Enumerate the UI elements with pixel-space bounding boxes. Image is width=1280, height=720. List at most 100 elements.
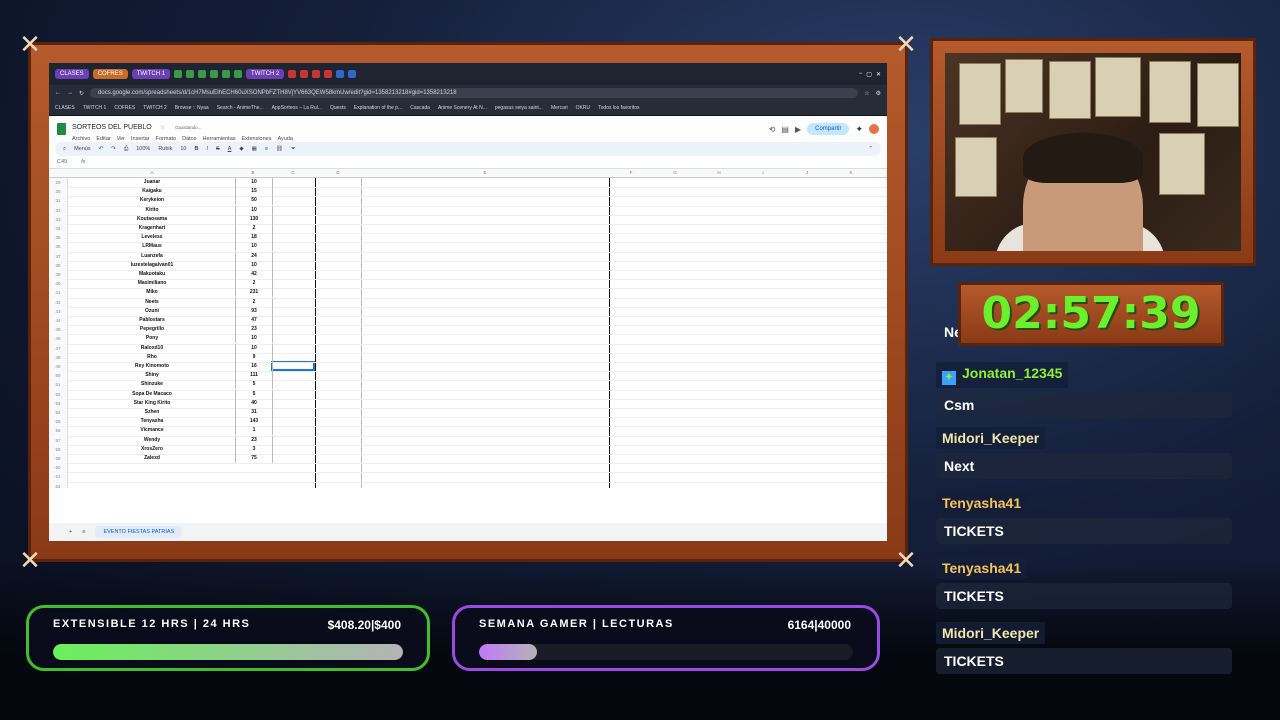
cell-name[interactable]: Juanar bbox=[69, 178, 235, 187]
bookmark-item[interactable]: COFRES bbox=[114, 105, 135, 111]
extensions-icon[interactable]: ⚙ bbox=[876, 90, 881, 97]
cell-name[interactable]: Pony bbox=[69, 334, 235, 343]
menu-item[interactable]: Archivo bbox=[72, 136, 90, 142]
cell-name[interactable]: Pablostars bbox=[69, 316, 235, 325]
cell-tickets[interactable]: 15 bbox=[235, 187, 273, 197]
cell-tickets[interactable]: 10 bbox=[235, 343, 273, 353]
avatar[interactable] bbox=[869, 124, 879, 134]
strikethrough-button[interactable]: S bbox=[216, 146, 220, 152]
menu-item[interactable]: Editar bbox=[96, 136, 110, 142]
row-number[interactable]: 47 bbox=[49, 343, 68, 353]
cell-name[interactable]: Wendy bbox=[69, 436, 235, 445]
forward-icon[interactable]: → bbox=[67, 90, 73, 96]
cell-name[interactable]: LRMaus bbox=[69, 242, 235, 251]
browser-tab[interactable]: TWITCH 2 bbox=[246, 69, 285, 79]
cell-name[interactable]: Pepegrillo bbox=[69, 325, 235, 334]
cell-tickets[interactable]: 111 bbox=[235, 371, 273, 381]
tab-favicon-icon[interactable] bbox=[348, 70, 357, 78]
history-icon[interactable]: ⟲ bbox=[769, 125, 776, 134]
cell-name[interactable]: XrosZero bbox=[69, 445, 235, 454]
cell-tickets[interactable]: 40 bbox=[235, 398, 273, 408]
bookmark-item[interactable]: Anime Scenery At N... bbox=[438, 105, 487, 111]
row-number[interactable]: 37 bbox=[49, 251, 68, 261]
cell-tickets[interactable]: 42 bbox=[235, 270, 273, 279]
cell-tickets[interactable]: 10 bbox=[235, 334, 273, 344]
cell-name[interactable]: Kragenhart bbox=[69, 224, 235, 233]
font-size-input[interactable]: 10 bbox=[180, 146, 186, 152]
row-number[interactable]: 46 bbox=[49, 334, 68, 344]
font-select[interactable]: Rubik bbox=[158, 146, 172, 152]
row-number[interactable]: 43 bbox=[49, 306, 68, 316]
row-number[interactable]: 38 bbox=[49, 260, 68, 270]
cell-tickets[interactable]: 10 bbox=[235, 178, 273, 187]
url-input[interactable]: docs.google.com/spreadsheets/d/1cH7MsuEI… bbox=[90, 88, 859, 98]
row-number[interactable]: 35 bbox=[49, 233, 68, 243]
filter-icon[interactable]: ⏷ bbox=[291, 146, 295, 153]
cell-tickets[interactable]: 23 bbox=[235, 435, 273, 445]
row-number[interactable]: 57 bbox=[49, 435, 68, 445]
row-number[interactable]: 33 bbox=[49, 214, 68, 224]
bookmark-item[interactable]: pegasus seiya saint... bbox=[495, 105, 543, 111]
row-number[interactable]: 56 bbox=[49, 426, 68, 436]
borders-icon[interactable]: ▦ bbox=[252, 146, 257, 152]
menus-button[interactable]: Menús bbox=[74, 146, 91, 152]
row-number[interactable]: 50 bbox=[49, 371, 68, 381]
cell-tickets[interactable]: 16 bbox=[235, 362, 273, 371]
menu-item[interactable]: Extensiones bbox=[242, 136, 272, 142]
bookmark-item[interactable]: TWITCH 1 bbox=[83, 105, 107, 111]
tab-favicon-icon[interactable] bbox=[336, 70, 345, 78]
tab-favicon-icon[interactable] bbox=[324, 70, 333, 78]
bookmark-item[interactable]: AppSorteos – La Rul... bbox=[272, 105, 322, 111]
cell-tickets[interactable]: 10 bbox=[235, 260, 273, 270]
row-number[interactable]: 55 bbox=[49, 417, 68, 427]
cell-name[interactable]: Leveless bbox=[69, 233, 235, 242]
cell-tickets[interactable]: 3 bbox=[235, 444, 273, 454]
row-number[interactable]: 58 bbox=[49, 444, 68, 454]
cell-name[interactable]: Shinzuke bbox=[69, 380, 235, 389]
add-sheet-icon[interactable]: + bbox=[69, 529, 72, 535]
document-title[interactable]: SORTEOS DEL PUEBLO bbox=[72, 124, 152, 131]
back-icon[interactable]: ← bbox=[55, 90, 61, 96]
cell-tickets[interactable]: 10 bbox=[235, 242, 273, 252]
cell-tickets[interactable]: 31 bbox=[235, 408, 273, 417]
bookmark-item[interactable]: OKRU bbox=[576, 105, 590, 111]
cell-tickets[interactable]: 24 bbox=[235, 251, 273, 261]
tab-favicon-icon[interactable] bbox=[312, 70, 321, 78]
row-number[interactable]: 45 bbox=[49, 325, 68, 335]
cell-reference[interactable]: C49 bbox=[57, 159, 67, 165]
tab-favicon-icon[interactable] bbox=[198, 70, 207, 78]
menu-item[interactable]: Ver bbox=[117, 136, 125, 142]
cell-tickets[interactable]: 130 bbox=[235, 214, 273, 224]
bookmark-item[interactable]: Cascada bbox=[410, 105, 430, 111]
row-number[interactable]: 61 bbox=[49, 472, 68, 482]
row-number[interactable]: 34 bbox=[49, 224, 68, 234]
tab-favicon-icon[interactable] bbox=[234, 70, 243, 78]
tab-favicon-icon[interactable] bbox=[288, 70, 297, 78]
bookmark-item[interactable]: Search - AnimeThe... bbox=[217, 105, 264, 111]
cell-name[interactable]: Vicmance bbox=[69, 426, 235, 435]
browser-tab[interactable]: TWITCH 1 bbox=[131, 69, 171, 79]
cell-tickets[interactable]: 18 bbox=[235, 233, 273, 243]
bookmark-item[interactable]: Browse :: Nyaa bbox=[175, 105, 209, 111]
minimize-icon[interactable]: − bbox=[859, 71, 863, 77]
cell-name[interactable]: Shiny bbox=[69, 371, 235, 380]
row-number[interactable]: 62 bbox=[49, 481, 68, 488]
column-header[interactable]: K bbox=[829, 169, 873, 177]
link-icon[interactable]: ⛓ bbox=[276, 146, 283, 152]
menu-item[interactable]: Herramientas bbox=[203, 136, 236, 142]
cell-tickets[interactable]: 1 bbox=[235, 426, 273, 436]
fill-color-icon[interactable]: ◆ bbox=[239, 146, 243, 152]
column-header[interactable]: B bbox=[235, 169, 271, 177]
cell-name[interactable]: Rho bbox=[69, 353, 235, 362]
cell-tickets[interactable]: 2 bbox=[235, 224, 273, 233]
sheet-tab[interactable]: EVENTO FIESTAS PATRIAS bbox=[95, 526, 183, 538]
cell-tickets[interactable]: 9 bbox=[235, 352, 273, 362]
cell-name[interactable]: Kirito bbox=[69, 206, 235, 215]
cell-tickets[interactable]: 23 bbox=[235, 325, 273, 335]
menu-item[interactable]: Formato bbox=[156, 136, 176, 142]
share-button[interactable]: Compartir bbox=[807, 123, 850, 135]
column-header[interactable]: F bbox=[609, 169, 653, 177]
close-icon[interactable]: ✕ bbox=[876, 71, 881, 78]
tab-favicon-icon[interactable] bbox=[210, 70, 219, 78]
cell-tickets[interactable]: 10 bbox=[235, 205, 273, 215]
